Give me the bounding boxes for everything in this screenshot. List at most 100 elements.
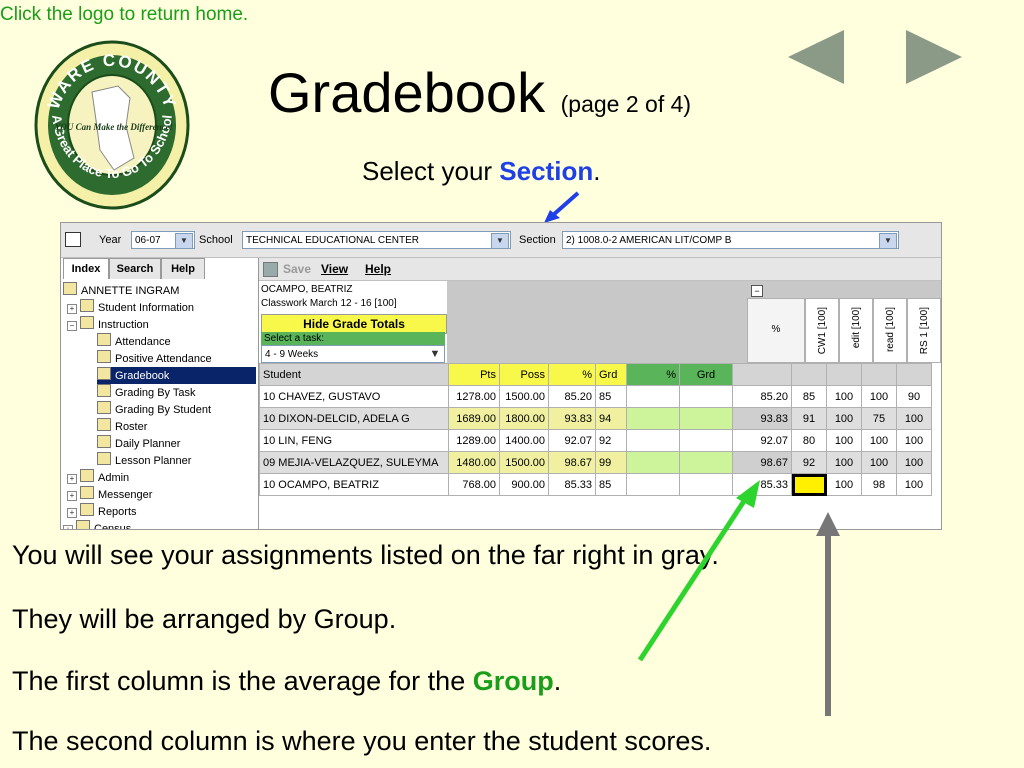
cell-student: 10 DIXON-DELCID, ADELA G [259,407,449,430]
task-select[interactable]: 4 - 9 Weeks ▼ [261,345,445,363]
tree-item-label: Reports [98,506,137,518]
score-cell[interactable]: 100 [896,451,932,474]
table-row: 10 CHAVEZ, GUSTAVO 1278.00 1500.00 85.20 85 8… [259,385,932,408]
cell-student: 10 OCAMPO, BEATRIZ [259,473,449,496]
pct-col-header: % [548,363,596,386]
expand-icon[interactable]: + [67,474,77,484]
tree-item[interactable]: Attendance [97,333,256,350]
score-cell[interactable]: 100 [826,429,862,452]
previous-slide-button[interactable] [786,28,846,91]
tree-item[interactable]: + Student Information [67,299,256,316]
score-cell[interactable]: 92 [791,451,827,474]
tree-item[interactable]: + Admin [67,469,256,486]
score-col-spacer [826,363,862,386]
score-cell[interactable]: 100 [896,473,932,496]
cell-student: 09 MEJIA-VELAZQUEZ, SULEYMA [259,451,449,474]
save-button[interactable]: Save [283,262,311,276]
tree-item[interactable]: Grading By Task [97,384,256,401]
note-line-4: The second column is where you enter the… [12,726,712,756]
cell-pct: 98.67 [548,451,596,474]
hide-grade-totals-button[interactable]: Hide Grade Totals [261,314,447,334]
tree-item[interactable]: Roster [97,418,256,435]
expand-icon[interactable]: + [67,304,77,314]
chevron-down-icon: ▼ [175,233,193,248]
score-cell[interactable]: 100 [861,429,897,452]
instruction-subtitle: Select your Section. [362,156,600,187]
school-label: School [199,234,233,246]
score-cell[interactable]: 75 [861,407,897,430]
tree-item[interactable]: + Messenger [67,486,256,503]
assignment-header-cell[interactable]: read [100] [873,298,907,363]
tree-item[interactable]: Positive Attendance [97,350,256,367]
cell-pct: 85.20 [548,385,596,408]
score-cell[interactable]: 80 [791,429,827,452]
year-value: 06-07 [135,235,161,246]
tree-item-label: Grading By Student [115,404,212,416]
cell-poss: 1500.00 [499,451,549,474]
section-label: Section [519,234,556,246]
score-cell[interactable]: 98 [861,473,897,496]
window-icon[interactable] [65,232,81,247]
home-hint: Click the logo to return home. [0,4,249,25]
ware-county-logo[interactable]: WARE COUNTY A Great Place To Go To Schoo… [34,40,190,210]
tree-item-label: Daily Planner [115,438,181,450]
tree-item[interactable]: − Instruction [67,316,256,333]
cell-avg: 85.20 [732,385,792,408]
score-cell[interactable]: 91 [791,407,827,430]
subtitle-pre: Select your [362,156,500,186]
tree-item[interactable]: Daily Planner [97,435,256,452]
score-cell[interactable]: 100 [826,385,862,408]
score-cell[interactable]: 100 [861,385,897,408]
next-slide-button[interactable] [904,28,964,91]
score-input-active[interactable] [791,473,827,496]
score-cell[interactable]: 100 [896,429,932,452]
folder-icon [63,282,77,295]
tree-item[interactable]: + Census [63,520,256,529]
collapse-icon[interactable]: − [67,321,77,331]
folder-icon [97,401,111,414]
assignment-header-cell[interactable]: RS 1 [100] [907,298,941,363]
tree-item[interactable]: + Reports [67,503,256,520]
score-cell[interactable]: 100 [826,473,862,496]
gradebook-main: Save View Help OCAMPO, BEATRIZ Classwork… [259,258,941,529]
tree-item-label: Attendance [115,336,171,348]
tree-item[interactable]: Lesson Planner [97,452,256,469]
task-label: Select a task: [261,332,445,345]
info-student: OCAMPO, BEATRIZ [261,284,353,295]
tree-item[interactable]: ANNETTE INGRAM [63,282,256,299]
view-menu[interactable]: View [321,262,348,276]
cell-avg: 93.83 [732,407,792,430]
section-select[interactable]: 2) 1008.0-2 AMERICAN LIT/COMP B ▼ [562,231,899,249]
tab-index[interactable]: Index [63,258,109,279]
expand-icon[interactable]: + [63,525,73,529]
tree-item[interactable]: Grading By Student [97,401,256,418]
collapse-group-button[interactable]: − [751,285,763,297]
note-line-3-highlight: Group [472,666,554,696]
tab-help[interactable]: Help [161,258,205,279]
tree-item[interactable]: Gradebook [97,367,256,384]
chevron-down-icon: ▼ [491,233,509,248]
logo-center-text: YOU Can Make the Difference! [55,122,173,132]
assignment-header-cell[interactable]: edit [100] [839,298,873,363]
help-menu[interactable]: Help [365,262,391,276]
cell-pts: 1689.00 [448,407,500,430]
cell-avg: 98.67 [732,451,792,474]
score-cell[interactable]: 100 [826,451,862,474]
tab-search[interactable]: Search [109,258,161,279]
score-cell[interactable]: 90 [896,385,932,408]
score-cell[interactable]: 100 [861,451,897,474]
year-select[interactable]: 06-07 ▼ [131,231,195,249]
school-select[interactable]: TECHNICAL EDUCATIONAL CENTER ▼ [242,231,511,249]
title-sub: (page 2 of 4) [560,91,692,117]
cell-pts: 1480.00 [448,451,500,474]
assignment-header-cell[interactable]: CW1 [100] [805,298,839,363]
score-col-spacer [791,363,827,386]
tree-item-label: Positive Attendance [115,353,212,365]
expand-icon[interactable]: + [67,508,77,518]
expand-icon[interactable]: + [67,491,77,501]
score-cell[interactable]: 100 [896,407,932,430]
score-cell[interactable]: 100 [826,407,862,430]
score-cell[interactable]: 85 [791,385,827,408]
tree-item-label: Lesson Planner [115,455,192,467]
folder-icon [80,299,94,312]
